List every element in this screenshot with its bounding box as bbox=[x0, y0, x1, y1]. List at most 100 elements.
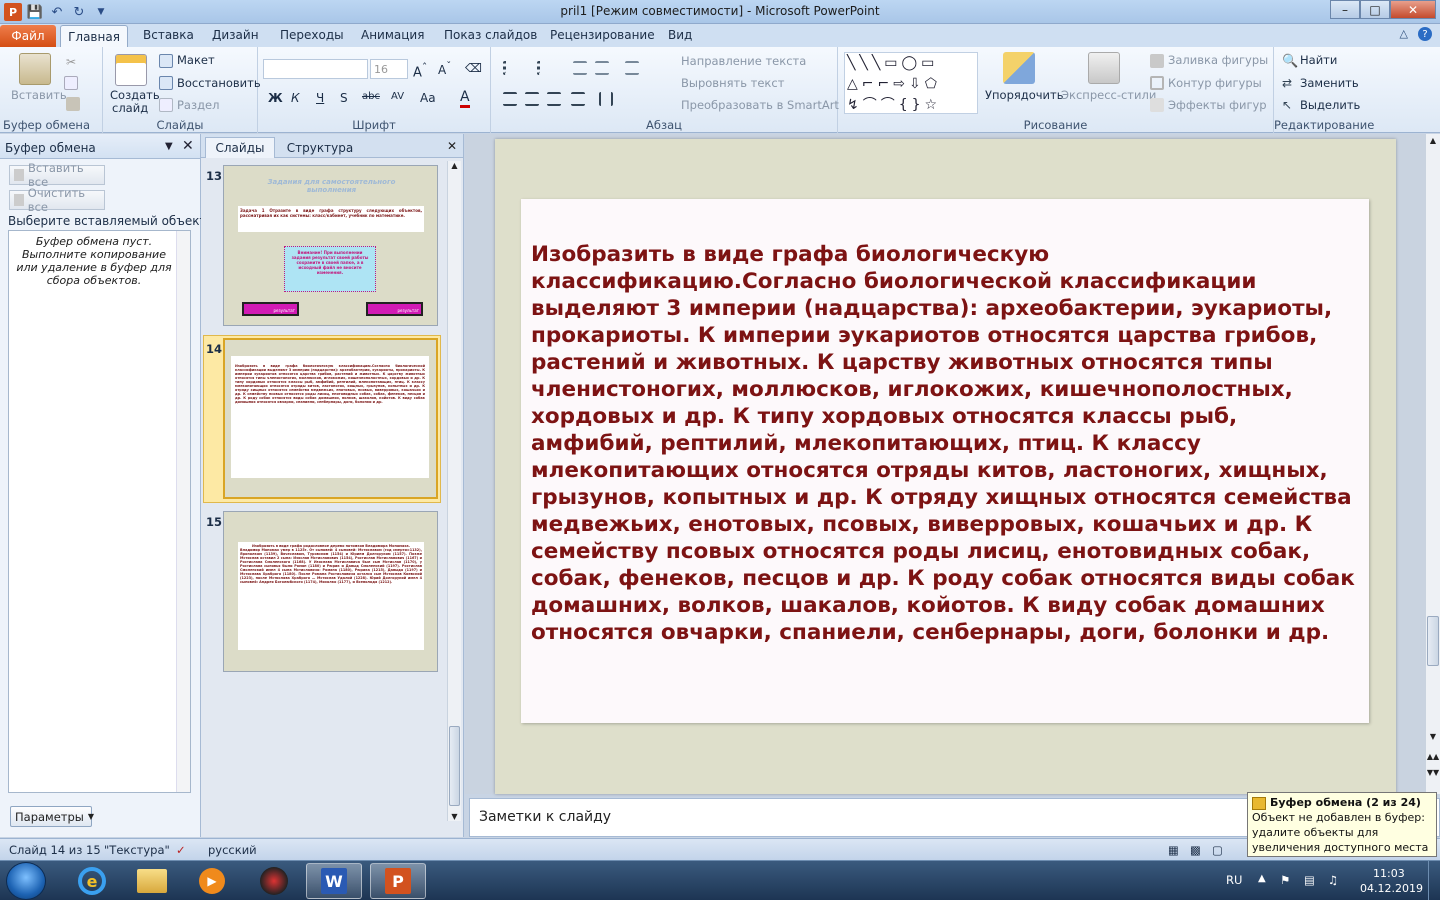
tray-volume-icon[interactable]: ♫ bbox=[1328, 873, 1338, 887]
align-text-button[interactable]: Выровнять текст bbox=[681, 76, 784, 90]
start-button[interactable] bbox=[6, 862, 46, 900]
editor-scroll-thumb[interactable] bbox=[1427, 616, 1439, 666]
slide-thumbnail-13[interactable]: Задания для самостоятельного выполнения … bbox=[223, 165, 438, 326]
layout-icon[interactable] bbox=[159, 54, 173, 68]
bullets-icon[interactable] bbox=[503, 61, 517, 75]
minimize-button[interactable]: – bbox=[1330, 0, 1360, 19]
maximize-button[interactable]: □ bbox=[1360, 0, 1390, 19]
keyboard-language[interactable]: RU bbox=[1226, 873, 1242, 887]
clipboard-items-list[interactable]: Буфер обмена пуст. Выполните копирование… bbox=[8, 230, 191, 793]
scroll-up-icon[interactable]: ▲ bbox=[448, 161, 461, 170]
new-slide-button[interactable]: Создать bbox=[110, 88, 160, 102]
slides-panel-scrollbar[interactable]: ▲ ▼ bbox=[447, 161, 461, 821]
help-icon[interactable]: ? bbox=[1418, 27, 1432, 41]
clipboard-list-scrollbar[interactable] bbox=[176, 231, 190, 792]
show-desktop-button[interactable] bbox=[1428, 861, 1440, 900]
shrink-font-icon[interactable]: Aˇ bbox=[438, 61, 451, 77]
select-icon[interactable]: ↖ bbox=[1282, 98, 1296, 112]
shape-effects-button[interactable]: Эффекты фигур bbox=[1168, 98, 1267, 112]
pane-menu-icon[interactable]: ▼ bbox=[165, 141, 173, 152]
spacing-button[interactable]: AV bbox=[391, 91, 404, 102]
scroll-down-icon[interactable]: ▼ bbox=[448, 812, 461, 821]
align-center-icon[interactable] bbox=[525, 92, 539, 106]
quick-styles-button[interactable]: Экспресс-стили bbox=[1061, 88, 1156, 102]
slides-panel-close-icon[interactable]: ✕ bbox=[447, 139, 457, 153]
tab-slides[interactable]: Слайды bbox=[205, 137, 275, 158]
tab-design[interactable]: Дизайн bbox=[212, 28, 259, 42]
tab-insert[interactable]: Вставка bbox=[143, 28, 194, 42]
tray-network-icon[interactable]: ▤ bbox=[1304, 873, 1315, 887]
tab-file[interactable]: Файл bbox=[0, 25, 56, 47]
smartart-button[interactable]: Преобразовать в SmartArt bbox=[681, 98, 839, 112]
shape-outline-icon[interactable] bbox=[1150, 76, 1164, 90]
shadow-button[interactable]: S bbox=[340, 91, 348, 105]
clock-date[interactable]: 04.12.2019 bbox=[1360, 882, 1423, 895]
columns-icon[interactable] bbox=[599, 92, 613, 106]
new-slide-button-line2[interactable]: слайд bbox=[112, 101, 148, 115]
spellcheck-icon[interactable]: ✓ bbox=[176, 843, 186, 857]
language-indicator[interactable]: русский bbox=[208, 843, 257, 857]
tab-transitions[interactable]: Переходы bbox=[280, 28, 344, 42]
clear-format-icon[interactable]: ⌫ bbox=[465, 61, 482, 75]
editor-scrollbar[interactable]: ▲ ▼ ▲▲ ▼▼ bbox=[1425, 134, 1440, 794]
reset-button[interactable]: Восстановить bbox=[177, 76, 261, 90]
arrange-icon[interactable] bbox=[1003, 52, 1035, 84]
replace-button[interactable]: Заменить bbox=[1300, 76, 1359, 90]
prev-slide-icon[interactable]: ▲▲ bbox=[1426, 752, 1440, 761]
bold-button[interactable]: Ж bbox=[268, 91, 283, 105]
find-button[interactable]: Найти bbox=[1300, 53, 1337, 67]
tab-slideshow[interactable]: Показ слайдов bbox=[444, 28, 537, 42]
taskbar-media-icon[interactable]: ▶ bbox=[184, 863, 240, 899]
align-left-icon[interactable] bbox=[503, 92, 517, 106]
tab-animation[interactable]: Анимация bbox=[361, 28, 424, 42]
slide-thumbnail-14[interactable]: Изобразить в виде графа биологическую кл… bbox=[223, 338, 438, 499]
find-icon[interactable]: 🔍 bbox=[1282, 54, 1298, 69]
paste-button[interactable]: Вставить bbox=[11, 88, 67, 102]
strikethrough-button[interactable]: abc bbox=[362, 91, 380, 102]
taskbar-ie-icon[interactable]: e bbox=[64, 863, 120, 899]
tab-review[interactable]: Рецензирование bbox=[550, 28, 655, 42]
taskbar-app-icon[interactable] bbox=[246, 863, 302, 899]
numbering-icon[interactable] bbox=[537, 61, 551, 75]
pane-close-icon[interactable]: ✕ bbox=[182, 138, 194, 154]
text-direction-button[interactable]: Направление текста bbox=[681, 54, 806, 68]
shape-outline-button[interactable]: Контур фигуры bbox=[1168, 76, 1262, 90]
italic-button[interactable]: К bbox=[291, 91, 300, 105]
grow-font-icon[interactable]: Aˆ bbox=[413, 61, 427, 80]
shape-fill-button[interactable]: Заливка фигуры bbox=[1168, 53, 1268, 67]
section-button[interactable]: Раздел bbox=[177, 98, 219, 112]
tab-view[interactable]: Вид bbox=[668, 28, 692, 42]
slide-thumbnail-15[interactable]: Изобразить в виде графа родословное дере… bbox=[223, 511, 438, 672]
tab-home[interactable]: Главная bbox=[60, 25, 128, 48]
font-color-button[interactable]: A bbox=[460, 89, 470, 108]
taskbar-word-icon[interactable]: W bbox=[306, 863, 362, 899]
scroll-thumb[interactable] bbox=[449, 726, 460, 806]
change-case-button[interactable]: Aa bbox=[420, 91, 436, 105]
select-button[interactable]: Выделить bbox=[1300, 98, 1360, 112]
new-slide-icon[interactable] bbox=[115, 54, 147, 86]
slide-body-text[interactable]: Изобразить в виде графа биологическую кл… bbox=[531, 241, 1361, 646]
clipboard-notification[interactable]: Буфер обмена (2 из 24) Объект не добавле… bbox=[1247, 792, 1437, 857]
quick-styles-icon[interactable] bbox=[1088, 52, 1120, 84]
cut-icon[interactable]: ✂ bbox=[66, 55, 80, 69]
editor-scroll-up-icon[interactable]: ▲ bbox=[1426, 136, 1440, 145]
layout-button[interactable]: Макет bbox=[177, 53, 215, 67]
editor-scroll-down-icon[interactable]: ▼ bbox=[1426, 732, 1440, 741]
replace-icon[interactable]: ⇄ bbox=[1282, 76, 1296, 90]
underline-button[interactable]: Ч bbox=[316, 91, 324, 105]
tab-outline[interactable]: Структура bbox=[281, 137, 359, 158]
paste-icon[interactable] bbox=[19, 53, 51, 85]
font-size-combo[interactable]: 16 bbox=[370, 59, 408, 79]
next-slide-icon[interactable]: ▼▼ bbox=[1426, 768, 1440, 777]
format-painter-icon[interactable] bbox=[66, 97, 80, 111]
copy-icon[interactable] bbox=[64, 76, 78, 90]
shape-fill-icon[interactable] bbox=[1150, 54, 1164, 68]
options-button[interactable]: Параметры ▼ bbox=[10, 806, 94, 827]
shapes-gallery[interactable]: ╲╲╲▭◯▭ △⌐⌐⇨⇩⬠ ↯⌒⌒{}☆ bbox=[844, 52, 978, 114]
tray-flag-icon[interactable]: ⚑ bbox=[1280, 873, 1290, 887]
font-name-combo[interactable] bbox=[263, 59, 368, 79]
section-icon[interactable] bbox=[159, 98, 173, 112]
paste-all-button[interactable]: Вставить все bbox=[9, 161, 105, 189]
taskbar-explorer-icon[interactable] bbox=[124, 863, 180, 899]
justify-icon[interactable] bbox=[571, 92, 585, 106]
